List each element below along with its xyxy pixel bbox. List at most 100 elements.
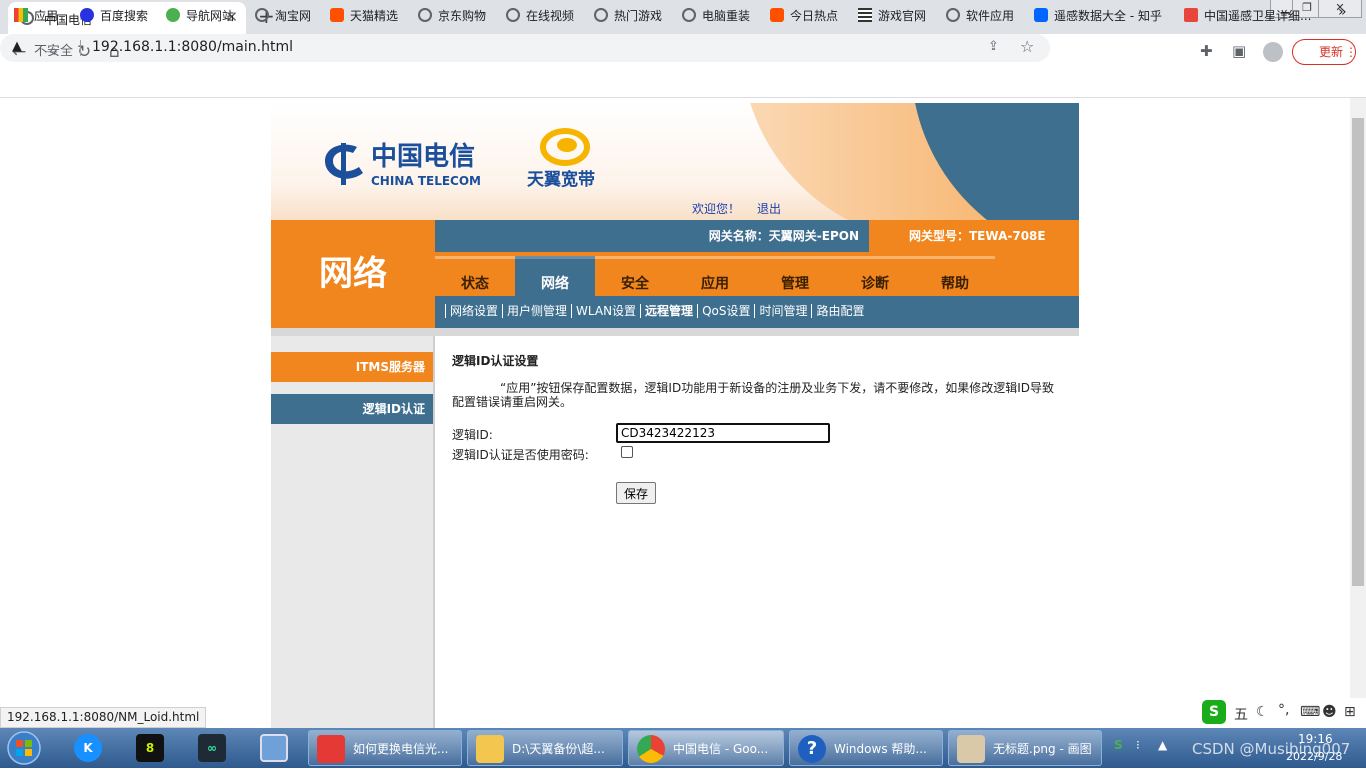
taobao-icon bbox=[770, 8, 784, 22]
punctuation-icon[interactable]: °, bbox=[1278, 702, 1289, 718]
address-bar[interactable]: ▲ 不安全 192.168.1.1:8080/main.html ⇪ ☆ bbox=[0, 34, 1050, 62]
bookmark-item[interactable]: 在线视频 bbox=[506, 7, 574, 24]
welcome-text: 欢迎您！ bbox=[692, 202, 741, 216]
extensions-icon[interactable]: ✚ bbox=[1200, 42, 1213, 60]
moon-icon[interactable]: ☾ bbox=[1256, 704, 1269, 720]
keyboard-icon[interactable]: ⌨ bbox=[1300, 704, 1320, 720]
bookmark-star-icon[interactable]: ☆ bbox=[1020, 37, 1034, 56]
subnav-network-settings[interactable]: 网络设置 bbox=[445, 304, 502, 318]
router-banner: 中国电信 CHINA TELECOM 天翼宽带 bbox=[271, 103, 1079, 220]
tab-status[interactable]: 状态 bbox=[435, 256, 515, 296]
sogou-icon[interactable]: S bbox=[1202, 700, 1226, 724]
tab-network[interactable]: 网络 bbox=[515, 256, 595, 296]
task-help[interactable]: ? Windows 帮助... bbox=[789, 730, 943, 766]
tab-diagnostics[interactable]: 诊断 bbox=[835, 256, 915, 296]
task-chrome[interactable]: 中国电信 - Goo... bbox=[628, 730, 784, 766]
gateway-name: 网关名称：天翼网关-EPON bbox=[435, 220, 869, 252]
tab-management[interactable]: 管理 bbox=[755, 256, 835, 296]
bookmark-apps[interactable]: 应用 bbox=[14, 7, 58, 24]
bookmark-item[interactable]: 今日热点 bbox=[770, 7, 838, 24]
globe-icon bbox=[946, 8, 960, 22]
url-text[interactable]: 192.168.1.1:8080/main.html bbox=[92, 39, 293, 55]
control-panel-icon[interactable] bbox=[252, 730, 296, 766]
chrome-icon bbox=[637, 735, 665, 763]
side-panel-icon[interactable]: ▣ bbox=[1232, 42, 1246, 60]
task-explorer[interactable]: D:\天翼备份\超... bbox=[467, 730, 623, 766]
clock-date[interactable]: 2022/9/28 bbox=[1286, 750, 1342, 763]
task-label: 如何更换电信光... bbox=[353, 742, 449, 756]
bookmark-label: 应用 bbox=[34, 9, 59, 23]
share-icon[interactable]: ⇪ bbox=[988, 39, 999, 54]
scrollbar-thumb[interactable] bbox=[1352, 118, 1364, 586]
use-password-checkbox[interactable] bbox=[621, 446, 633, 458]
subnav-remote-management[interactable]: 远程管理 bbox=[640, 304, 697, 318]
logout-link[interactable]: 退出 bbox=[757, 200, 781, 217]
logo-en-text: CHINA TELECOM bbox=[371, 174, 481, 188]
sogou-tray-icon[interactable]: S bbox=[1114, 738, 1123, 752]
zhihu-icon bbox=[1034, 8, 1048, 22]
ime-mode[interactable]: 五 bbox=[1234, 704, 1248, 724]
bookmark-label: 京东购物 bbox=[438, 9, 487, 23]
bookmark-item[interactable]: 热门游戏 bbox=[594, 7, 662, 24]
browser-toolbar: ← → ↻ ⌂ ▲ 不安全 192.168.1.1:8080/main.html… bbox=[0, 34, 1366, 70]
logo-cn-text: 中国电信 bbox=[371, 142, 475, 172]
save-button[interactable]: 保存 bbox=[616, 482, 656, 504]
app-8-icon[interactable]: 8 bbox=[128, 730, 172, 766]
china-telecom-logo: 中国电信 CHINA TELECOM bbox=[319, 133, 499, 193]
tab-security[interactable]: 安全 bbox=[595, 256, 675, 296]
hao-icon bbox=[166, 8, 180, 22]
subnav-user-side[interactable]: 用户侧管理 bbox=[502, 304, 571, 318]
task-wps[interactable]: 如何更换电信光... bbox=[308, 730, 462, 766]
show-hidden-icons[interactable]: ▲ bbox=[1158, 738, 1167, 752]
bookmark-label: 百度搜索 bbox=[100, 9, 149, 23]
globe-icon bbox=[682, 8, 696, 22]
security-label[interactable]: 不安全 bbox=[34, 40, 73, 59]
clock-time[interactable]: 19:16 bbox=[1298, 732, 1333, 746]
more-bookmarks-icon[interactable]: » bbox=[1338, 4, 1347, 20]
kugou-icon[interactable]: K bbox=[66, 730, 110, 766]
tab-application[interactable]: 应用 bbox=[675, 256, 755, 296]
ime-toolbar[interactable]: S 五 ☾ °, ⌨ ☻ ⊞ bbox=[1200, 698, 1366, 728]
globe-icon bbox=[418, 8, 432, 22]
bookmark-item[interactable]: 游戏官网 bbox=[858, 7, 926, 24]
subnav-time[interactable]: 时间管理 bbox=[754, 304, 811, 318]
apps-grid-icon bbox=[14, 8, 28, 22]
task-paint[interactable]: 无标题.png - 画图 bbox=[948, 730, 1102, 766]
ime-tray-icon[interactable]: ⁝ bbox=[1136, 738, 1140, 752]
bookmark-item[interactable]: 中国遥感卫星详细... bbox=[1184, 7, 1311, 24]
bookmark-label: 导航网站 bbox=[186, 9, 235, 23]
bookmark-label: 淘宝网 bbox=[275, 9, 312, 23]
globe-icon bbox=[506, 8, 520, 22]
bookmarks-bar bbox=[0, 70, 1366, 98]
bookmark-item[interactable]: 导航网站 bbox=[166, 7, 234, 24]
c-icon bbox=[1184, 8, 1198, 22]
bookmark-item[interactable]: 京东购物 bbox=[418, 7, 486, 24]
warning-icon[interactable]: ▲ bbox=[12, 39, 22, 54]
menu-itms-server[interactable]: ITMS服务器 bbox=[271, 352, 435, 382]
subnav-routing[interactable]: 路由配置 bbox=[811, 304, 868, 318]
column-divider bbox=[433, 336, 435, 728]
profile-avatar[interactable] bbox=[1263, 42, 1283, 62]
baidu-icon bbox=[80, 8, 94, 22]
menu-loid-auth[interactable]: 逻辑ID认证 bbox=[271, 394, 435, 424]
bookmark-item[interactable]: 天猫精选 bbox=[330, 7, 398, 24]
start-button[interactable] bbox=[2, 730, 46, 766]
status-url: 192.168.1.1:8080/NM_Loid.html bbox=[0, 707, 207, 728]
bookmark-item[interactable]: 遥感数据大全 - 知乎 bbox=[1034, 7, 1162, 24]
bookmark-item[interactable]: 软件应用 bbox=[946, 7, 1014, 24]
loid-input[interactable] bbox=[616, 423, 830, 443]
update-button[interactable]: 更新 ⋮ bbox=[1292, 39, 1357, 65]
subnav-wlan[interactable]: WLAN设置 bbox=[571, 304, 640, 318]
bookmark-label: 热门游戏 bbox=[614, 9, 663, 23]
user-icon[interactable]: ☻ bbox=[1322, 704, 1337, 720]
grid-icon[interactable]: ⊞ bbox=[1344, 704, 1356, 720]
subnav-qos[interactable]: QoS设置 bbox=[697, 304, 754, 318]
bookmark-item[interactable]: 电脑重装 bbox=[682, 7, 750, 24]
bookmark-item[interactable]: 百度搜索 bbox=[80, 7, 148, 24]
bookmark-label: 今日热点 bbox=[790, 9, 839, 23]
bookmark-item[interactable]: 淘宝网 bbox=[255, 7, 311, 24]
task-label: D:\天翼备份\超... bbox=[512, 742, 605, 756]
address-separator bbox=[80, 40, 81, 56]
link-app-icon[interactable]: ∞ bbox=[190, 730, 234, 766]
tab-help[interactable]: 帮助 bbox=[915, 256, 995, 296]
